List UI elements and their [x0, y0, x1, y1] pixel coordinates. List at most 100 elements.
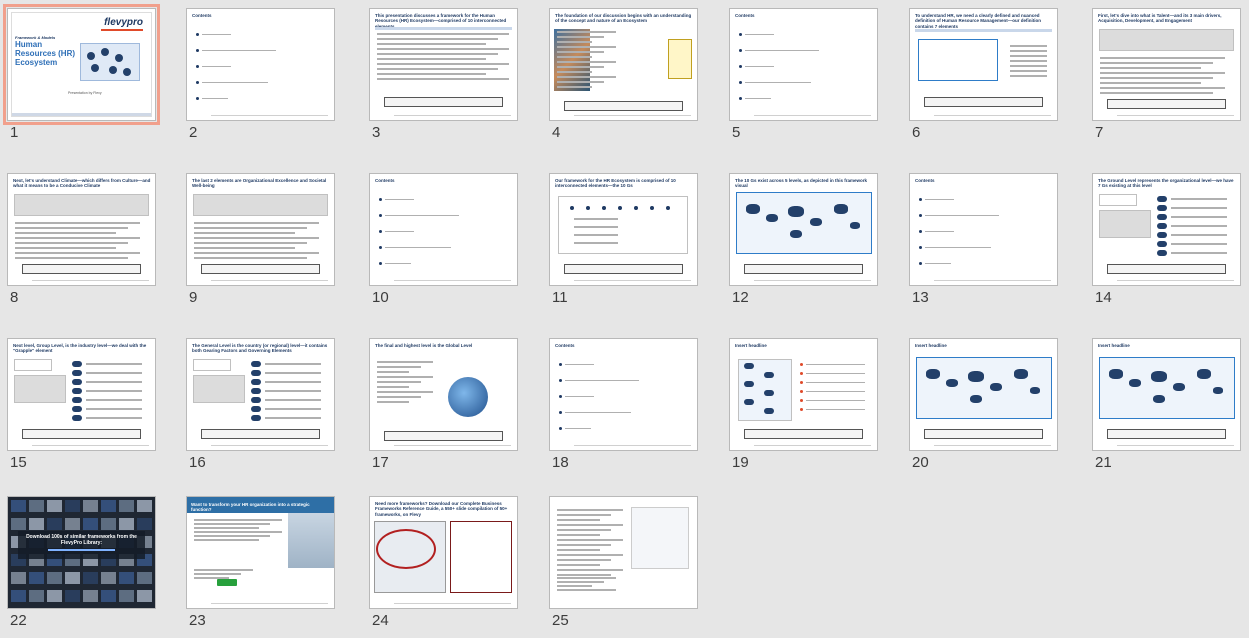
- bullet-icon: [739, 81, 742, 84]
- framework-node: [766, 214, 778, 223]
- slide-preview[interactable]: Our framework for the HR Ecosystem is co…: [549, 173, 698, 286]
- slide-preview[interactable]: Want to transform your HR organization i…: [186, 496, 335, 609]
- slide-title: The Ground Level represents the organiza…: [1098, 178, 1234, 189]
- quote-box: [14, 194, 149, 216]
- g-element: [251, 388, 261, 394]
- slide-preview[interactable]: Insert headline: [1092, 338, 1241, 451]
- library-tile: [137, 500, 152, 512]
- element-item: [1010, 60, 1047, 62]
- slide-number: 12: [732, 289, 749, 306]
- g-desc: [1171, 243, 1227, 245]
- slide-preview[interactable]: To understand HR, we need a clearly defi…: [909, 8, 1058, 121]
- library-tile: [65, 590, 80, 602]
- slide-preview[interactable]: Insert headline: [909, 338, 1058, 451]
- slide-preview[interactable]: Next, let's understand Climate—which dif…: [7, 173, 156, 286]
- framework-node: [926, 369, 940, 379]
- text-line: [15, 257, 129, 259]
- slide-preview[interactable]: The 10 Gs exist across 5 levels, as depi…: [729, 173, 878, 286]
- slide-thumbnail[interactable]: Framework & Models Human Resources (HR) E…: [0, 0, 165, 150]
- slide-preview[interactable]: The last 2 elements are Organizational E…: [186, 173, 335, 286]
- text-line: [194, 227, 308, 229]
- text-line: [194, 237, 319, 239]
- slide-thumbnail[interactable]: First, let's dive into what is Talent—an…: [1085, 0, 1249, 150]
- library-tile: [29, 572, 44, 584]
- library-tile: [29, 590, 44, 602]
- text-line: [194, 232, 296, 234]
- slide-number: 3: [372, 124, 381, 141]
- text-line: [377, 401, 410, 403]
- slide-preview[interactable]: Framework & Models Human Resources (HR) E…: [3, 4, 160, 125]
- contents-item: [202, 97, 229, 99]
- text-line: [15, 247, 117, 249]
- library-tile: [119, 518, 134, 530]
- text-line: [1100, 57, 1225, 59]
- g-level: [574, 226, 619, 228]
- slide-thumbnail[interactable]: Want to transform your HR organization i…: [179, 488, 344, 638]
- slide-thumbnail[interactable]: Download 100s of similar frameworks from…: [0, 488, 165, 638]
- level-card: [14, 359, 52, 371]
- text-line: [557, 66, 605, 68]
- slide-preview[interactable]: Contents: [909, 173, 1058, 286]
- text-line: [194, 519, 283, 521]
- slide-preview[interactable]: The General Level is the country (or reg…: [186, 338, 335, 451]
- bullet-icon: [919, 214, 922, 217]
- slide-preview[interactable]: This presentation discusses a framework …: [369, 8, 518, 121]
- slide-thumbnail[interactable]: The Ground Level represents the organiza…: [1085, 165, 1249, 315]
- slide-preview[interactable]: Contents: [549, 338, 698, 451]
- footer-line: [574, 280, 691, 281]
- slide-thumbnail[interactable]: This presentation discusses a framework …: [362, 0, 527, 150]
- slide-title: Insert headline: [915, 343, 947, 348]
- promo-button[interactable]: [217, 579, 237, 586]
- slide-thumbnail[interactable]: Insert headline 19: [722, 330, 887, 480]
- library-tile: [83, 572, 98, 584]
- slide-thumbnail[interactable]: Next level, Group Level, is the industry…: [0, 330, 165, 480]
- slide-thumbnail[interactable]: Our framework for the HR Ecosystem is co…: [542, 165, 707, 315]
- slide-preview[interactable]: The Ground Level represents the organiza…: [1092, 173, 1241, 286]
- text-line: [557, 36, 605, 38]
- slide-title: The last 2 elements are Organizational E…: [192, 178, 327, 189]
- contents-item: [385, 262, 412, 264]
- slide-thumbnail[interactable]: 25: [542, 488, 707, 638]
- bullet-icon: [196, 49, 199, 52]
- slide-preview[interactable]: Next level, Group Level, is the industry…: [7, 338, 156, 451]
- slide-preview[interactable]: Need more frameworks? Download our Compl…: [369, 496, 518, 609]
- bullet-text: [806, 363, 865, 365]
- slide-thumbnail[interactable]: The foundation of our discussion begins …: [542, 0, 707, 150]
- slide-preview[interactable]: Insert headline: [729, 338, 878, 451]
- slide-preview[interactable]: Contents: [729, 8, 878, 121]
- slide-thumbnail[interactable]: The 10 Gs exist across 5 levels, as depi…: [722, 165, 887, 315]
- bullet-icon: [379, 198, 382, 201]
- slide-preview[interactable]: The final and highest level is the Globa…: [369, 338, 518, 451]
- slide-thumbnail[interactable]: Need more frameworks? Download our Compl…: [362, 488, 527, 638]
- slide-preview[interactable]: First, let's dive into what is Talent—an…: [1092, 8, 1241, 121]
- slide-thumbnail[interactable]: Contents 5: [722, 0, 887, 150]
- slide-thumbnail[interactable]: To understand HR, we need a clearly defi…: [902, 0, 1067, 150]
- bullet-icon: [559, 363, 562, 366]
- slide-thumbnail[interactable]: The final and highest level is the Globa…: [362, 330, 527, 480]
- g-desc: [1171, 234, 1227, 236]
- slide-thumbnail[interactable]: Insert headline 20: [902, 330, 1067, 480]
- slide-thumbnail[interactable]: Contents 2: [179, 0, 344, 150]
- flevypro-logo: flevypro: [104, 17, 143, 28]
- slide-preview[interactable]: Contents: [186, 8, 335, 121]
- slide-thumbnail[interactable]: Next, let's understand Climate—which dif…: [0, 165, 165, 315]
- slide-thumbnail[interactable]: The last 2 elements are Organizational E…: [179, 165, 344, 315]
- slide-thumbnail[interactable]: Insert headline 21: [1085, 330, 1249, 480]
- text-line: [377, 43, 486, 45]
- text-line: [194, 222, 319, 224]
- slide-preview[interactable]: [549, 496, 698, 609]
- slide-thumbnail[interactable]: Contents 10: [362, 165, 527, 315]
- slide-thumbnail[interactable]: The General Level is the country (or reg…: [179, 330, 344, 480]
- g-level: [574, 242, 619, 244]
- slide-preview[interactable]: The foundation of our discussion begins …: [549, 8, 698, 121]
- g-element: [1157, 250, 1167, 256]
- slide-preview[interactable]: Contents: [369, 173, 518, 286]
- library-tile: [65, 572, 80, 584]
- text-line: [557, 577, 616, 579]
- cover-footer-bar: [12, 113, 151, 116]
- slide-thumbnail[interactable]: Contents 13: [902, 165, 1067, 315]
- footer-line: [211, 280, 328, 281]
- bullet-icon: [919, 246, 922, 249]
- slide-preview[interactable]: Download 100s of similar frameworks from…: [7, 496, 156, 609]
- slide-thumbnail[interactable]: Contents 18: [542, 330, 707, 480]
